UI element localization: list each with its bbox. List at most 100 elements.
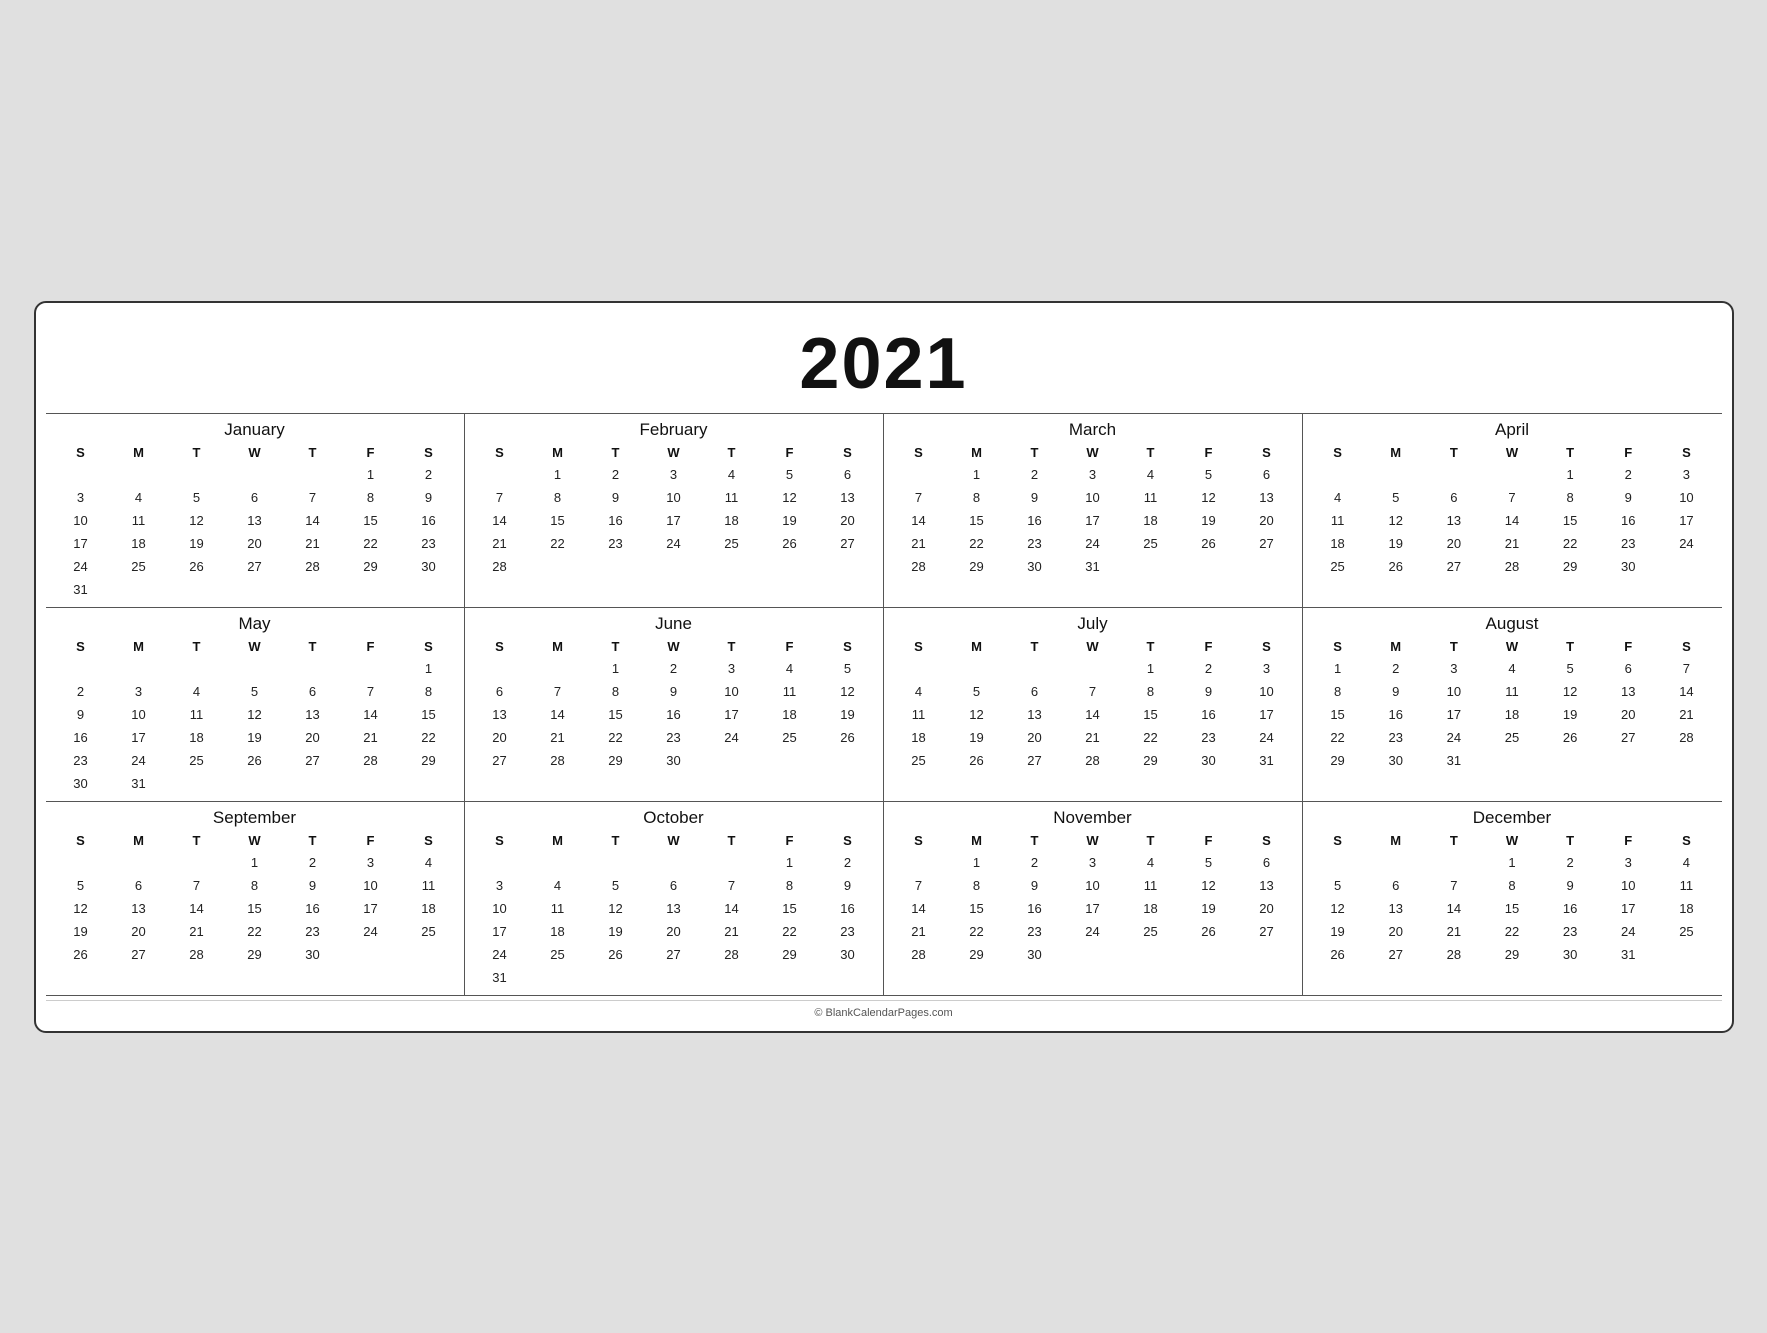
day-cell bbox=[1180, 966, 1238, 988]
day-cell bbox=[168, 772, 226, 795]
day-cell: 17 bbox=[110, 726, 168, 749]
day-header: S bbox=[52, 442, 110, 463]
day-cell bbox=[1483, 463, 1541, 486]
week-row: 21222324252627 bbox=[890, 920, 1296, 943]
day-cell: 27 bbox=[1006, 749, 1064, 772]
day-cell: 27 bbox=[1367, 943, 1425, 966]
day-cell bbox=[1541, 966, 1599, 988]
week-row: 1 bbox=[52, 657, 458, 680]
day-cell bbox=[1238, 772, 1296, 794]
day-cell: 19 bbox=[1541, 703, 1599, 726]
day-cell: 19 bbox=[52, 920, 110, 943]
day-header: S bbox=[52, 830, 110, 851]
day-cell: 2 bbox=[1006, 851, 1064, 874]
day-cell: 16 bbox=[1006, 509, 1064, 532]
day-cell: 23 bbox=[645, 726, 703, 749]
day-cell: 25 bbox=[400, 920, 458, 943]
day-cell: 23 bbox=[400, 532, 458, 555]
month-cell-october: OctoberSMTWTFS12345678910111213141516171… bbox=[465, 802, 884, 996]
day-cell bbox=[1122, 578, 1180, 600]
day-cell: 9 bbox=[819, 874, 877, 897]
month-name: November bbox=[890, 806, 1296, 828]
day-cell: 14 bbox=[703, 897, 761, 920]
day-cell: 7 bbox=[703, 874, 761, 897]
day-cell bbox=[1541, 772, 1599, 794]
day-cell bbox=[52, 657, 110, 680]
day-cell bbox=[1180, 943, 1238, 966]
day-cell: 18 bbox=[890, 726, 948, 749]
week-row: 3031 bbox=[52, 772, 458, 795]
month-name: May bbox=[52, 612, 458, 634]
day-cell: 25 bbox=[890, 749, 948, 772]
day-cell bbox=[1006, 578, 1064, 600]
day-cell: 15 bbox=[226, 897, 284, 920]
day-cell: 6 bbox=[226, 486, 284, 509]
day-cell bbox=[1309, 772, 1367, 794]
week-row: 18192021222324 bbox=[1309, 532, 1716, 555]
day-cell bbox=[1367, 578, 1425, 600]
day-cell: 1 bbox=[226, 851, 284, 874]
month-cell-september: SeptemberSMTWTFS123456789101112131415161… bbox=[46, 802, 465, 996]
week-row: 24252627282930 bbox=[471, 943, 877, 966]
day-cell: 13 bbox=[1238, 486, 1296, 509]
day-cell: 10 bbox=[645, 486, 703, 509]
day-cell bbox=[226, 657, 284, 680]
day-cell: 26 bbox=[1309, 943, 1367, 966]
week-row: 78910111213 bbox=[890, 874, 1296, 897]
day-cell: 9 bbox=[52, 703, 110, 726]
week-row: 45678910 bbox=[1309, 486, 1716, 509]
day-cell bbox=[110, 463, 168, 486]
day-cell: 14 bbox=[1483, 509, 1541, 532]
day-cell bbox=[1064, 578, 1122, 600]
day-cell bbox=[400, 966, 458, 988]
day-cell: 29 bbox=[226, 943, 284, 966]
day-cell: 1 bbox=[1483, 851, 1541, 874]
day-cell: 19 bbox=[1180, 897, 1238, 920]
day-cell: 16 bbox=[1599, 509, 1657, 532]
day-cell: 22 bbox=[1122, 726, 1180, 749]
day-cell bbox=[529, 657, 587, 680]
day-cell bbox=[342, 657, 400, 680]
day-header: S bbox=[1657, 830, 1715, 851]
day-cell: 9 bbox=[1006, 486, 1064, 509]
day-header: T bbox=[168, 636, 226, 657]
day-cell: 21 bbox=[471, 532, 529, 555]
day-cell: 29 bbox=[1483, 943, 1541, 966]
day-cell bbox=[645, 772, 703, 794]
day-cell: 25 bbox=[168, 749, 226, 772]
day-cell: 5 bbox=[761, 463, 819, 486]
day-cell: 1 bbox=[587, 657, 645, 680]
day-cell: 9 bbox=[1367, 680, 1425, 703]
day-cell: 25 bbox=[761, 726, 819, 749]
day-cell bbox=[1122, 555, 1180, 578]
day-cell: 2 bbox=[1180, 657, 1238, 680]
day-cell: 2 bbox=[1541, 851, 1599, 874]
day-cell bbox=[110, 966, 168, 988]
day-cell: 21 bbox=[1657, 703, 1715, 726]
day-cell bbox=[948, 772, 1006, 794]
week-row: 12345 bbox=[471, 657, 877, 680]
day-cell: 24 bbox=[1064, 532, 1122, 555]
day-cell: 29 bbox=[342, 555, 400, 578]
day-cell bbox=[1064, 772, 1122, 794]
day-cell: 2 bbox=[645, 657, 703, 680]
month-table: SMTWTFS123456789101112131415161718192021… bbox=[890, 636, 1296, 794]
day-cell: 15 bbox=[948, 897, 1006, 920]
day-cell: 18 bbox=[110, 532, 168, 555]
day-cell: 24 bbox=[1657, 532, 1715, 555]
day-cell bbox=[284, 463, 342, 486]
day-cell bbox=[226, 463, 284, 486]
week-row: 21222324252627 bbox=[890, 532, 1296, 555]
day-cell: 10 bbox=[1064, 486, 1122, 509]
day-cell bbox=[890, 851, 948, 874]
day-cell: 11 bbox=[1657, 874, 1715, 897]
day-cell: 27 bbox=[1238, 532, 1296, 555]
day-cell: 9 bbox=[400, 486, 458, 509]
day-cell: 14 bbox=[1425, 897, 1483, 920]
day-cell: 28 bbox=[890, 943, 948, 966]
day-header: F bbox=[342, 442, 400, 463]
day-cell bbox=[948, 578, 1006, 600]
week-row: 14151617181920 bbox=[471, 509, 877, 532]
day-cell bbox=[948, 966, 1006, 988]
day-cell bbox=[1180, 772, 1238, 794]
